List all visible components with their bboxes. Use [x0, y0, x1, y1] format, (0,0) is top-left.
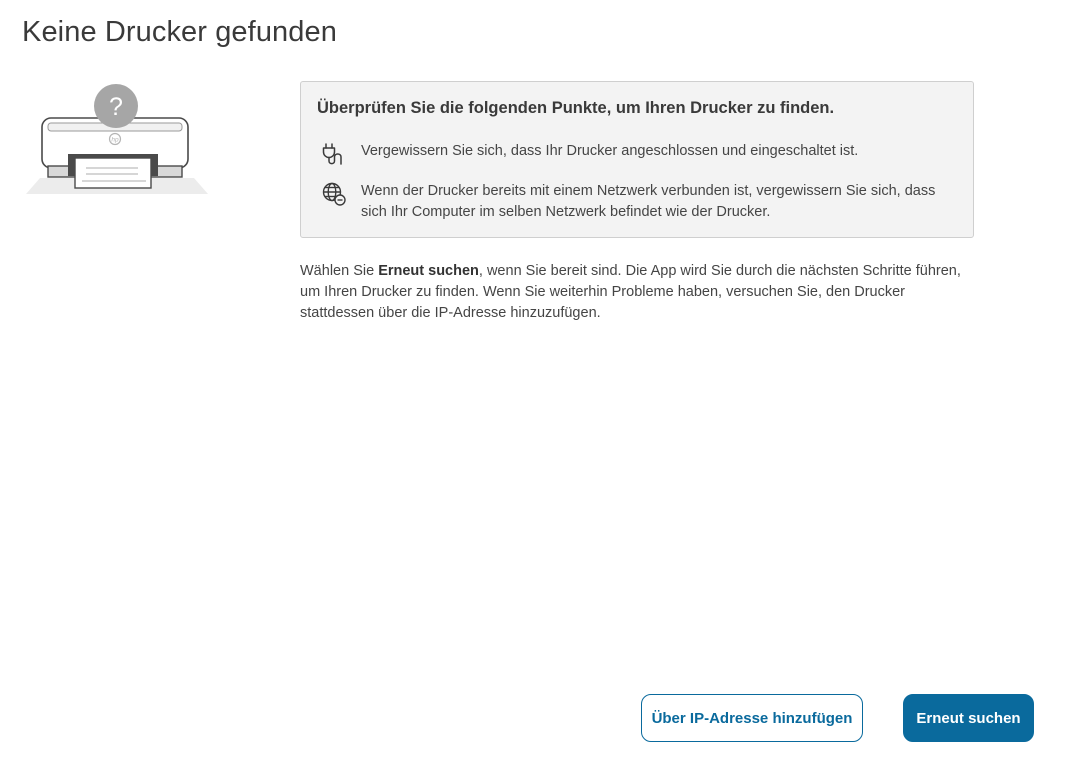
tip-item-power: Vergewissern Sie sich, dass Ihr Drucker … — [321, 142, 959, 168]
tip-item-network: Wenn der Drucker bereits mit einem Netzw… — [321, 181, 959, 223]
retry-search-button[interactable]: Erneut suchen — [903, 694, 1034, 742]
printer-paper — [74, 157, 152, 189]
printer-illustration: hp ? — [26, 84, 208, 194]
add-by-ip-button[interactable]: Über IP-Adresse hinzufügen — [641, 694, 863, 742]
hp-logo-text: hp — [111, 137, 119, 144]
question-badge-symbol: ? — [109, 93, 123, 121]
instructions-emphasis: Erneut suchen — [378, 263, 479, 279]
tips-heading: Überprüfen Sie die folgenden Punkte, um … — [317, 99, 835, 117]
page: Keine Drucker gefunden hp ? Überprüfen S… — [0, 0, 1065, 772]
network-globe-icon — [322, 182, 346, 206]
tips-panel: Überprüfen Sie die folgenden Punkte, um … — [300, 81, 974, 238]
power-plug-icon — [322, 143, 342, 165]
tip-text-network: Wenn der Drucker bereits mit einem Netzw… — [361, 183, 936, 220]
tip-text-power: Vergewissern Sie sich, dass Ihr Drucker … — [361, 143, 859, 159]
instructions-text: Wählen Sie Erneut suchen, wenn Sie berei… — [300, 261, 980, 324]
page-title: Keine Drucker gefunden — [22, 16, 337, 48]
instructions-prefix: Wählen Sie — [300, 263, 379, 279]
